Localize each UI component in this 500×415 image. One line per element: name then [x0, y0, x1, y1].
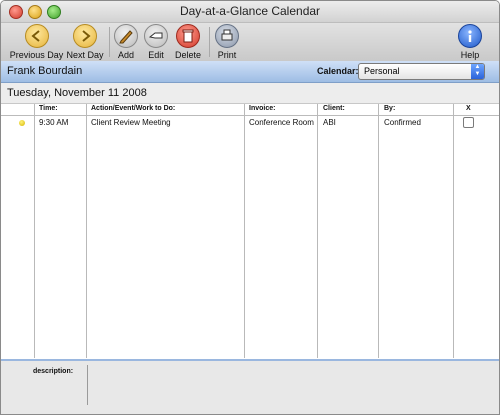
- events-table: Time: Action/Event/Work to Do: Invoice: …: [1, 104, 499, 358]
- toolbar-separator: [109, 27, 110, 57]
- previous-day-label: Previous Day: [9, 50, 64, 60]
- calendar-select[interactable]: Personal ▲ ▼: [358, 63, 485, 80]
- row-action: Client Review Meeting: [91, 118, 171, 127]
- help-button[interactable]: Help: [457, 23, 483, 60]
- print-button[interactable]: Print: [213, 23, 241, 60]
- row-by: Confirmed: [384, 118, 421, 127]
- add-button[interactable]: Add: [113, 23, 139, 60]
- help-label: Help: [460, 50, 480, 60]
- toolbar: Previous Day Next Day Add Edit Delete Pr…: [1, 23, 499, 62]
- header-x: X: [466, 105, 471, 112]
- pencil-icon: [114, 24, 138, 48]
- add-label: Add: [117, 50, 134, 60]
- row-complete-checkbox[interactable]: [463, 117, 474, 128]
- current-date: Tuesday, November 11 2008: [7, 87, 147, 99]
- info-icon: [458, 24, 482, 48]
- title-bar: Day-at-a-Glance Calendar: [1, 1, 499, 23]
- description-area: description:: [1, 361, 499, 414]
- printer-icon: [215, 24, 239, 48]
- description-divider: [87, 365, 88, 405]
- column-divider: [453, 104, 454, 358]
- arrow-left-icon: [24, 24, 49, 48]
- user-bar: Frank Bourdain Calendar: Personal ▲ ▼: [1, 61, 499, 83]
- select-arrows-icon: ▲ ▼: [471, 64, 484, 79]
- description-label: description:: [33, 368, 74, 375]
- column-divider: [34, 104, 35, 358]
- header-by: By:: [384, 105, 396, 112]
- edit-button[interactable]: Edit: [143, 23, 169, 60]
- delete-label: Delete: [174, 50, 201, 60]
- delete-button[interactable]: Delete: [173, 23, 203, 60]
- trash-icon: [176, 24, 200, 48]
- header-invoice: Invoice:: [249, 105, 276, 112]
- window-title: Day-at-a-Glance Calendar: [179, 4, 321, 18]
- edit-label: Edit: [148, 50, 164, 60]
- header-time: Time:: [39, 105, 58, 112]
- date-bar: Tuesday, November 11 2008: [1, 83, 499, 104]
- status-dot-icon: [19, 120, 25, 126]
- previous-day-button[interactable]: Previous Day: [9, 23, 64, 60]
- column-divider: [378, 104, 379, 358]
- table-header: Time: Action/Event/Work to Do: Invoice: …: [1, 104, 499, 116]
- print-label: Print: [217, 50, 237, 60]
- row-client: ABI: [323, 118, 336, 127]
- column-divider: [86, 104, 87, 358]
- edit-hand-icon: [144, 24, 168, 48]
- next-day-button[interactable]: Next Day: [65, 23, 105, 60]
- row-invoice: Conference Room: [249, 118, 314, 127]
- user-name: Frank Bourdain: [7, 65, 83, 77]
- toolbar-separator: [209, 27, 210, 57]
- header-client: Client:: [323, 105, 345, 112]
- next-day-label: Next Day: [66, 50, 104, 60]
- column-divider: [317, 104, 318, 358]
- header-action: Action/Event/Work to Do:: [91, 105, 176, 112]
- calendar-select-value: Personal: [364, 66, 400, 76]
- arrow-right-icon: [73, 24, 97, 48]
- row-time: 9:30 AM: [39, 118, 69, 127]
- column-divider: [244, 104, 245, 358]
- calendar-label: Calendar:: [317, 66, 359, 76]
- calendar-window: Day-at-a-Glance Calendar Previous Day Ne…: [0, 0, 500, 415]
